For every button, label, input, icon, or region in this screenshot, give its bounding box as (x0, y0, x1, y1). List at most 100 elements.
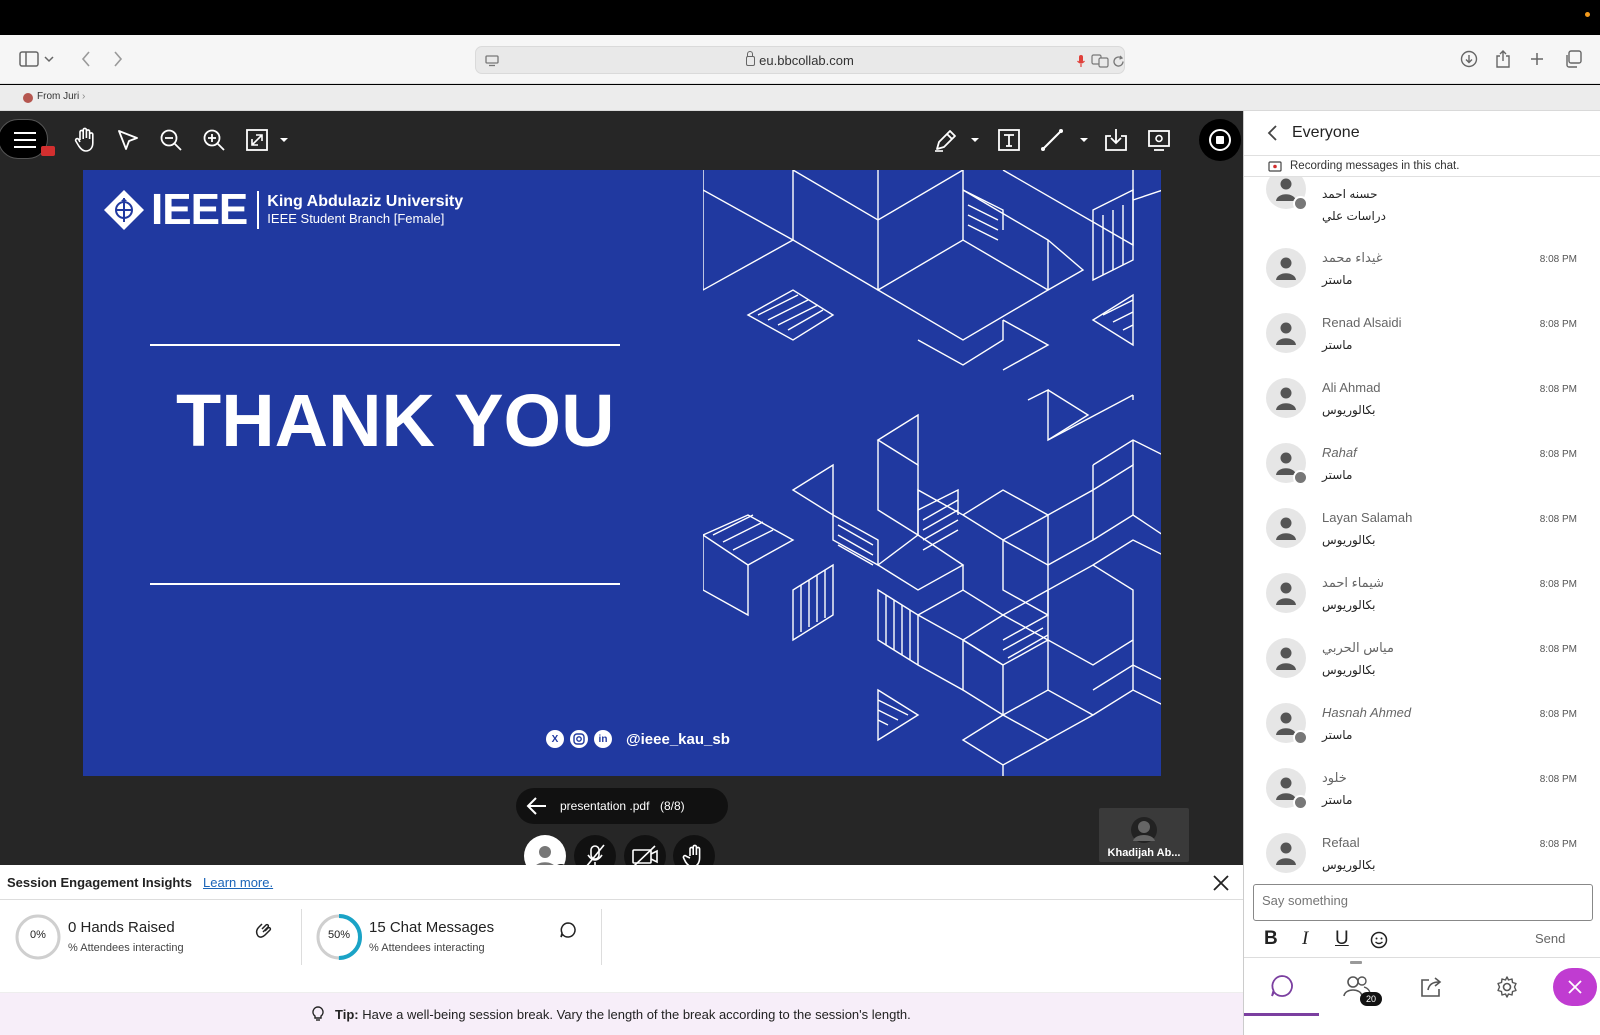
file-navigator: presentation .pdf (8/8) (516, 788, 728, 824)
tab-share-content[interactable] (1394, 958, 1469, 1016)
reload-icon[interactable] (1106, 49, 1130, 73)
list-item: Ali Ahmad 8:08 PM بكالوريوس (1244, 376, 1600, 440)
download-icon[interactable] (1101, 125, 1131, 155)
chevron-left-icon[interactable] (1264, 123, 1282, 143)
share-content-icon[interactable] (1144, 125, 1174, 155)
italic-icon[interactable]: I (1302, 928, 1308, 950)
tip-bar: Tip: Have a well-being session break. Va… (0, 992, 1243, 1035)
stop-sharing-button[interactable] (1199, 119, 1241, 161)
share-content-tab-icon (1420, 977, 1441, 997)
message-time: 8:08 PM (1539, 514, 1577, 525)
message-text: بكالوريوس (1322, 663, 1376, 677)
guest-badge-icon (1293, 196, 1308, 211)
chat-input-box[interactable] (1253, 884, 1593, 921)
chevron-down-icon[interactable] (42, 47, 56, 71)
avatar (1266, 313, 1306, 353)
avatar (1266, 177, 1308, 211)
forward-icon[interactable] (106, 47, 130, 71)
address-bar[interactable]: eu.bbcollab.com (475, 46, 1125, 74)
message-author: مياس الحربي (1322, 640, 1394, 655)
pen-options-caret-icon[interactable] (967, 125, 983, 155)
zoom-in-icon[interactable] (199, 125, 229, 155)
message-author: Hasnah Ahmed (1322, 705, 1412, 720)
lightbulb-icon (312, 1006, 324, 1021)
fit-page-icon[interactable] (242, 125, 272, 155)
file-name: presentation .pdf (560, 799, 650, 813)
message-time: 8:08 PM (1539, 319, 1577, 330)
list-item: Renad Alsaidi 8:08 PM ماستر (1244, 311, 1600, 375)
back-icon[interactable] (74, 47, 98, 71)
message-text: ماستر (1322, 793, 1353, 807)
message-author: Layan Salamah (1322, 510, 1413, 525)
chat-title: Everyone (1292, 124, 1360, 141)
session-menu-button[interactable] (0, 119, 55, 159)
shape-options-caret-icon[interactable] (1076, 125, 1092, 155)
list-item: حسنه احمد دراسات علي (1244, 177, 1600, 231)
message-time: 8:08 PM (1539, 709, 1577, 720)
tab-settings[interactable] (1469, 958, 1544, 1016)
slide-heading: THANK YOU (176, 379, 615, 462)
chat-bubble-icon (560, 922, 576, 938)
avatar (1266, 638, 1306, 678)
message-time: 8:08 PM (1539, 644, 1577, 655)
close-insights-icon[interactable] (1211, 873, 1231, 893)
user-icon (1276, 178, 1296, 201)
guest-badge-icon (1293, 730, 1308, 745)
close-panel-button[interactable] (1553, 968, 1597, 1006)
user-icon (1276, 647, 1296, 670)
new-tab-icon[interactable] (1525, 47, 1549, 71)
line-tool-icon[interactable] (1037, 125, 1067, 155)
send-button[interactable]: Send (1535, 931, 1565, 946)
tab-participants[interactable] (1319, 958, 1394, 1016)
engagement-header: Session Engagement Insights Learn more. (0, 865, 1243, 900)
pan-hand-icon[interactable] (70, 125, 100, 155)
emoji-icon[interactable] (1370, 931, 1388, 955)
system-top-strip (0, 0, 1600, 35)
back-arrow-icon[interactable] (526, 795, 548, 817)
pointer-icon[interactable] (113, 125, 143, 155)
logo-separator (257, 191, 260, 229)
page-count: (8/8) (660, 799, 685, 813)
recording-notice: Recording messages in this chat. (1244, 155, 1600, 177)
user-icon (1276, 842, 1296, 865)
collaborate-app: IEEE King Abdulaziz University IEEE Stud… (0, 111, 1600, 1035)
share-icon[interactable] (1491, 47, 1515, 71)
panel-tabs: 20 (1244, 957, 1600, 1035)
tab-overview-icon[interactable] (1561, 47, 1585, 71)
zoom-out-icon[interactable] (156, 125, 186, 155)
text-tool-icon[interactable] (994, 125, 1024, 155)
user-icon (1276, 777, 1296, 800)
underline-icon[interactable]: U (1335, 928, 1349, 950)
chat-messages-label: 15 Chat Messages (369, 919, 495, 936)
recording-indicator-dot (1585, 12, 1590, 17)
gear-icon (1496, 976, 1517, 998)
social-links: X in @ieee_kau_sb (546, 730, 730, 748)
metric-divider-2 (601, 909, 602, 965)
list-item: Layan Salamah 8:08 PM بكالوريوس (1244, 506, 1600, 570)
user-icon (1276, 452, 1296, 475)
message-author: خلود (1322, 770, 1347, 785)
hands-raised-metric: 0% 0 Hands Raised % Attendees interactin… (14, 913, 284, 967)
participants-count-badge: 20 (1360, 992, 1382, 1006)
university-name: King Abdulaziz University (267, 193, 464, 210)
list-item: مياس الحربي 8:08 PM بكالوريوس (1244, 636, 1600, 700)
message-time: 8:08 PM (1539, 384, 1577, 395)
chat-icon (1270, 974, 1293, 997)
bold-icon[interactable]: B (1264, 928, 1278, 950)
avatar (1266, 248, 1306, 288)
divider-bottom (150, 583, 620, 585)
learn-more-link[interactable]: Learn more. (203, 875, 273, 890)
participant-avatar-icon (1131, 817, 1157, 843)
message-author: Refaal (1322, 835, 1360, 850)
fit-options-caret-icon[interactable] (276, 125, 292, 155)
bookmark-from-juri[interactable]: From Juri › (37, 91, 85, 102)
user-icon (1276, 582, 1296, 605)
tab-chat[interactable] (1244, 958, 1319, 1016)
sidebar-toggle-icon[interactable] (17, 47, 41, 71)
downloads-icon[interactable] (1457, 47, 1481, 71)
avatar (1266, 768, 1308, 810)
participant-name: Khadijah Ab... (1107, 847, 1181, 859)
pen-icon[interactable] (931, 125, 961, 155)
chat-message-field[interactable] (1262, 893, 1582, 908)
participant-video-tile[interactable]: Khadijah Ab... (1099, 808, 1189, 862)
